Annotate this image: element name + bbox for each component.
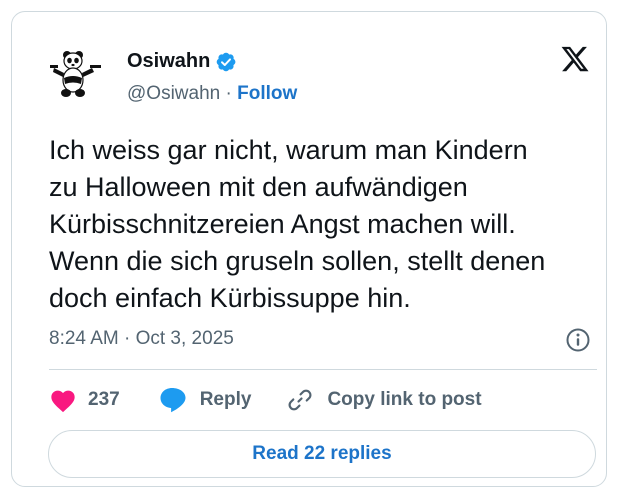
tweet-text-line: doch einfach Kürbissuppe hin. [49, 283, 411, 313]
info-icon[interactable] [565, 327, 591, 353]
x-logo-icon[interactable] [560, 44, 590, 74]
read-replies-label: Read 22 replies [252, 443, 392, 464]
copy-link-label: Copy link to post [327, 389, 482, 410]
read-replies-button[interactable]: Read 22 replies [48, 430, 596, 478]
link-icon [288, 389, 312, 411]
speech-bubble-icon [160, 388, 186, 413]
author-name-row[interactable]: Osiwahn [127, 50, 237, 73]
author-name[interactable]: Osiwahn [127, 50, 210, 73]
author-handle[interactable]: @Osiwahn [127, 83, 220, 104]
reply-button[interactable]: Reply [158, 386, 252, 414]
follow-button[interactable]: Follow [237, 83, 297, 104]
reply-label: Reply [199, 389, 252, 410]
tweet-text-line: zu Halloween mit den aufwändigen [49, 172, 468, 202]
copy-link-button[interactable]: Copy link to post [287, 387, 482, 413]
actions-bar: 237 Reply Copy link to post [49, 384, 482, 416]
tweet-text: Ich weiss gar nicht, warum man Kindern z… [49, 132, 604, 317]
divider [49, 369, 597, 370]
like-button[interactable]: 237 [49, 387, 120, 413]
verified-badge-icon [217, 52, 236, 71]
tweet-text-line: Kürbisschnitzereien Angst machen will. [49, 209, 516, 239]
avatar[interactable] [50, 48, 102, 100]
like-count: 237 [88, 389, 120, 410]
tweet-text-line: Wenn die sich gruseln sollen, stellt den… [49, 246, 546, 276]
tweet-card: Osiwahn @Osiwahn · Follow Ich weiss gar … [11, 11, 607, 487]
separator-dot: · [225, 83, 232, 104]
tweet-timestamp[interactable]: 8:24 AM · Oct 3, 2025 [49, 328, 234, 350]
heart-icon [51, 390, 75, 413]
tweet-text-line: Ich weiss gar nicht, warum man Kindern [49, 135, 528, 165]
handle-row: @Osiwahn · Follow [127, 83, 297, 105]
